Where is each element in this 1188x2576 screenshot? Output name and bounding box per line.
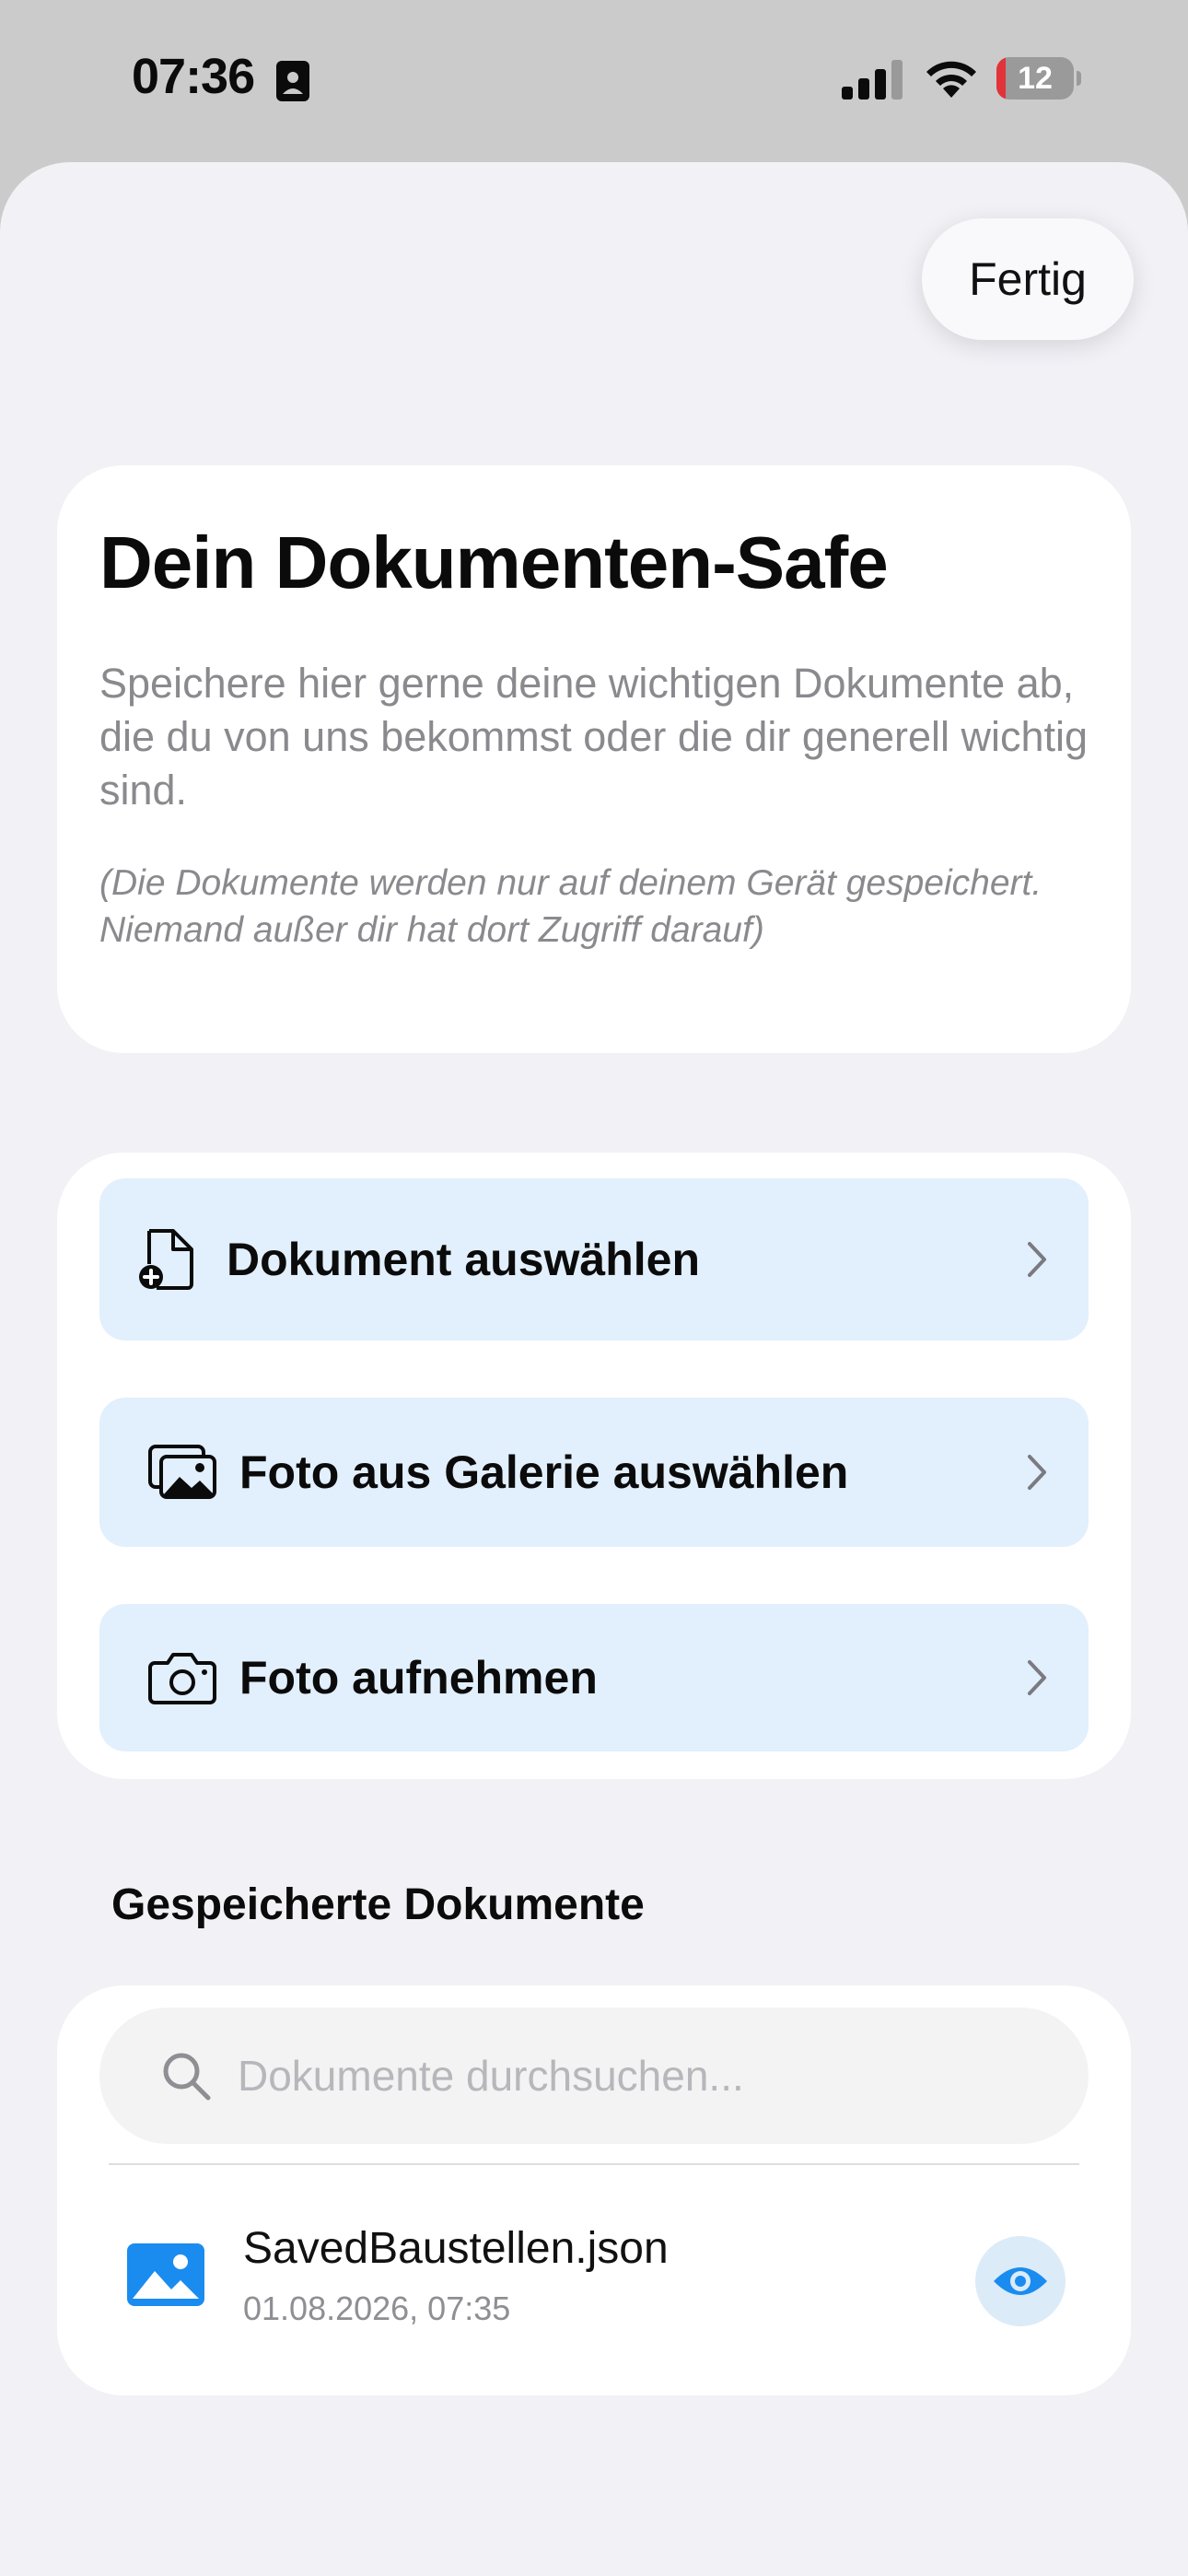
document-list-item[interactable]: SavedBaustellen.json 01.08.2026, 07:35 — [57, 2166, 1131, 2378]
search-input[interactable] — [238, 2039, 1048, 2113]
take-photo-button[interactable]: Foto aufnehmen — [99, 1604, 1089, 1751]
chevron-right-icon — [1028, 1242, 1046, 1277]
saved-documents-heading: Gespeicherte Dokumente — [111, 1880, 645, 1929]
take-photo-label: Foto aufnehmen — [239, 1652, 598, 1704]
page-title: Dein Dokumenten-Safe — [99, 521, 889, 603]
done-button[interactable]: Fertig — [922, 218, 1134, 340]
intro-card: Dein Dokumenten-Safe Speichere hier gern… — [57, 465, 1131, 1053]
privacy-note: (Die Dokumente werden nur auf deinem Ger… — [99, 863, 1042, 950]
battery-percentage: 12 — [1018, 61, 1053, 96]
camera-icon — [148, 1653, 216, 1704]
intro-description: Speichere hier gerne deine wichtigen Dok… — [99, 660, 1089, 814]
contact-card-icon — [276, 61, 309, 101]
view-document-button[interactable] — [975, 2236, 1066, 2326]
saved-documents-card: SavedBaustellen.json 01.08.2026, 07:35 — [57, 1985, 1131, 2395]
choose-document-label: Dokument auswählen — [227, 1234, 700, 1285]
status-time: 07:36 — [132, 49, 255, 104]
photo-gallery-icon — [148, 1445, 216, 1499]
document-add-icon — [139, 1229, 193, 1290]
battery-icon: 12 — [996, 57, 1081, 100]
choose-photo-from-gallery-label: Foto aus Galerie auswählen — [239, 1446, 849, 1498]
search-icon — [163, 2053, 211, 2101]
chevron-right-icon — [1028, 1660, 1046, 1695]
status-bar: 07:36 12 — [0, 0, 1188, 162]
wifi-icon — [926, 61, 976, 98]
actions-card: Dokument auswählen Foto aus Galerie ausw… — [57, 1153, 1131, 1779]
divider — [109, 2163, 1079, 2165]
battery-cap — [1077, 71, 1081, 86]
cellular-signal-icon — [842, 60, 903, 100]
eye-icon — [994, 2267, 1047, 2295]
choose-document-button[interactable]: Dokument auswählen — [99, 1178, 1089, 1341]
image-file-icon — [127, 2243, 204, 2306]
chevron-right-icon — [1028, 1455, 1046, 1490]
battery-body: 12 — [996, 57, 1074, 100]
document-date: 01.08.2026, 07:35 — [243, 2289, 511, 2327]
search-bar[interactable] — [99, 2008, 1089, 2144]
choose-photo-from-gallery-button[interactable]: Foto aus Galerie auswählen — [99, 1398, 1089, 1547]
document-name: SavedBaustellen.json — [243, 2224, 669, 2273]
